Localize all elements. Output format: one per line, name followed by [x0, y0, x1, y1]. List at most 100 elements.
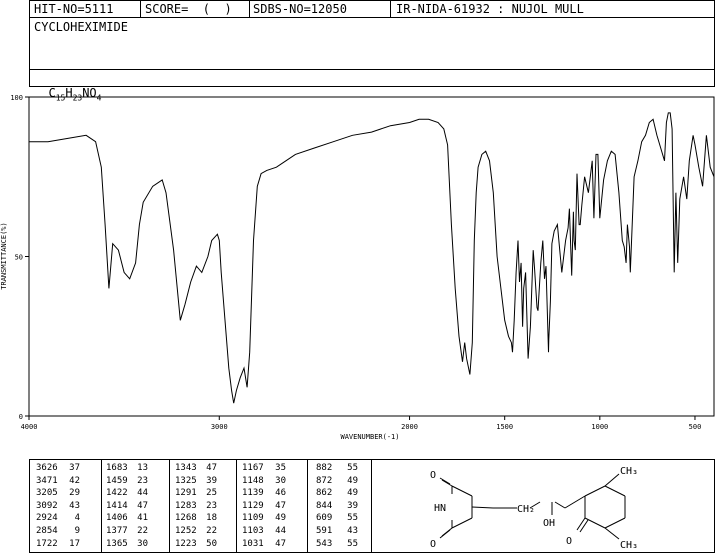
peak-transmittance: 49	[347, 488, 358, 499]
peak-transmittance: 43	[69, 500, 80, 511]
header-divider-2	[249, 0, 250, 18]
atom-ch3-top: CH₃	[620, 466, 638, 477]
ir-spectrum-chart: TRANSMITTANCE(%) WAVENUMBER(-1) 4000 3000…	[0, 94, 715, 441]
peak-transmittance: 55	[347, 463, 358, 473]
peak-wavenumber: 3205	[36, 488, 58, 499]
peak-column-divider	[101, 459, 102, 553]
peak-wavenumber: 3092	[36, 500, 58, 511]
peak-transmittance: 37	[69, 463, 80, 473]
peak-wavenumber: 872	[316, 475, 333, 486]
peak-wavenumber: 1283	[175, 500, 197, 511]
atom-o-ketone: O	[566, 536, 572, 547]
peak-wavenumber: 1683	[106, 463, 128, 473]
atom-o-bottom: O	[430, 539, 436, 550]
formula-box	[29, 69, 715, 87]
spectrum-line	[29, 112, 715, 404]
peak-wavenumber: 1109	[242, 513, 264, 524]
peak-wavenumber: 1139	[242, 488, 264, 499]
y-axis-label: TRANSMITTANCE(%)	[0, 222, 8, 289]
ir-nida: IR-NIDA-61932 : NUJOL MULL	[396, 2, 584, 16]
peak-transmittance: 13	[137, 463, 148, 473]
peak-transmittance: 49	[347, 475, 358, 486]
peak-column-divider	[307, 459, 308, 553]
atom-oh: OH	[543, 518, 555, 529]
header-divider-3	[390, 0, 391, 18]
peak-column-divider	[236, 459, 237, 553]
y-tick-label: 50	[15, 254, 23, 262]
atom-hn: HN	[434, 503, 446, 514]
peak-transmittance: 23	[206, 500, 217, 511]
peak-wavenumber: 882	[316, 463, 333, 473]
peak-transmittance: 55	[347, 513, 358, 524]
peak-wavenumber: 1722	[36, 538, 58, 549]
peak-wavenumber: 1422	[106, 488, 128, 499]
peak-transmittance: 43	[347, 526, 358, 536]
x-tick-label: 3000	[211, 423, 228, 431]
peak-wavenumber: 1268	[175, 513, 197, 524]
peak-wavenumber: 1148	[242, 475, 264, 486]
peak-transmittance: 9	[74, 526, 80, 536]
peak-transmittance: 49	[275, 513, 286, 524]
plot-frame	[28, 96, 715, 417]
peak-transmittance: 29	[69, 488, 80, 499]
peak-transmittance: 30	[137, 538, 148, 549]
peak-wavenumber: 1129	[242, 500, 264, 511]
peak-transmittance: 39	[206, 475, 217, 486]
peak-transmittance: 47	[275, 500, 286, 511]
peak-wavenumber: 862	[316, 488, 333, 499]
peak-transmittance: 4	[74, 513, 80, 524]
peak-transmittance: 41	[137, 513, 148, 524]
peak-wavenumber: 1031	[242, 538, 264, 549]
peak-transmittance: 39	[347, 500, 358, 511]
ticks: 4000 3000 2000 1500 1000 500 0 50 100	[10, 94, 701, 431]
peak-transmittance: 30	[275, 475, 286, 486]
peak-wavenumber: 1325	[175, 475, 197, 486]
peak-transmittance: 47	[275, 538, 286, 549]
peak-wavenumber: 1459	[106, 475, 128, 486]
y-tick-label: 100	[10, 94, 23, 102]
peak-transmittance: 42	[69, 475, 80, 486]
peak-wavenumber: 844	[316, 500, 333, 511]
peak-transmittance: 50	[206, 538, 217, 549]
x-tick-label: 500	[689, 423, 702, 431]
peak-transmittance: 47	[206, 463, 217, 473]
peak-transmittance: 44	[137, 488, 148, 499]
header-row	[29, 0, 715, 18]
peak-transmittance: 22	[137, 526, 148, 536]
peak-transmittance: 46	[275, 488, 286, 499]
peak-transmittance: 25	[206, 488, 217, 499]
sdbs-no: SDBS-NO=12050	[253, 2, 347, 16]
x-tick-label: 2000	[401, 423, 418, 431]
peak-wavenumber: 1252	[175, 526, 197, 536]
peak-wavenumber: 1343	[175, 463, 197, 473]
peak-column-divider	[169, 459, 170, 553]
x-axis-label: WAVENUMBER(-1)	[340, 433, 399, 441]
peak-wavenumber: 1167	[242, 463, 264, 473]
y-tick-label: 0	[19, 413, 23, 421]
atom-ch3-bottom: CH₃	[620, 540, 638, 551]
peak-wavenumber: 1223	[175, 538, 197, 549]
peak-wavenumber: 1406	[106, 513, 128, 524]
peak-wavenumber: 1365	[106, 538, 128, 549]
x-tick-label: 1000	[591, 423, 608, 431]
peak-wavenumber: 1103	[242, 526, 264, 536]
peak-transmittance: 22	[206, 526, 217, 536]
peak-wavenumber: 2854	[36, 526, 58, 536]
compound-box	[29, 17, 715, 70]
atom-ch2: CH₂	[517, 504, 535, 515]
peak-wavenumber: 1291	[175, 488, 197, 499]
peak-wavenumber: 543	[316, 538, 333, 549]
hit-no: HIT-NO=5111	[34, 2, 114, 16]
atom-o-top: O	[430, 470, 436, 481]
axes	[28, 96, 715, 417]
peak-wavenumber: 1377	[106, 526, 128, 536]
peak-wavenumber: 3626	[36, 463, 58, 473]
peak-wavenumber: 591	[316, 526, 333, 536]
peak-transmittance: 23	[137, 475, 148, 486]
compound-name: CYCLOHEXIMIDE	[34, 20, 128, 34]
score: SCORE= ( )	[145, 2, 232, 16]
peak-transmittance: 55	[347, 538, 358, 549]
peak-transmittance: 35	[275, 463, 286, 473]
cycloheximide-structure: O HN O CH₂ OH O CH₃ CH₃	[430, 466, 638, 551]
peak-transmittance: 17	[69, 538, 80, 549]
